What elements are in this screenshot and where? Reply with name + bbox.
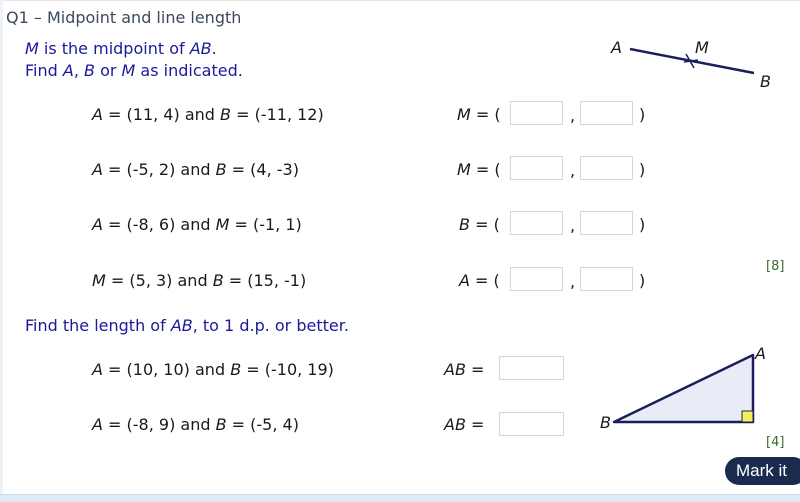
var: A: [92, 415, 103, 434]
answer-label: AB =: [444, 415, 484, 434]
marks-section2: [4]: [766, 435, 785, 450]
var: AB: [444, 360, 466, 379]
length-answer-input[interactable]: [499, 412, 564, 436]
answer-label: AB =: [444, 360, 484, 379]
diagram-label-m: M: [695, 38, 709, 57]
var: A: [92, 160, 103, 179]
var: B: [212, 271, 224, 290]
question-text: A = (11, 4) and B = (-11, 12): [92, 105, 324, 124]
var: B: [230, 360, 242, 379]
answer-x-input[interactable]: [510, 156, 563, 180]
triangle: [612, 353, 755, 424]
var: B: [220, 105, 231, 124]
text: = (-8, 6) and: [102, 215, 216, 234]
length-answer-input[interactable]: [499, 356, 564, 380]
triangle-label-a: A: [754, 344, 766, 363]
answer-y-input[interactable]: [580, 211, 633, 235]
var: M: [92, 271, 106, 290]
text: = (4, -3): [226, 160, 299, 179]
comma: ,: [570, 272, 576, 291]
text: =: [465, 415, 485, 434]
var: M: [457, 105, 471, 124]
answer-label: B = (: [459, 215, 500, 234]
answer-label: M = (: [457, 105, 501, 124]
question-text: A = (-8, 9) and B = (-5, 4): [92, 415, 299, 434]
var: A: [92, 360, 103, 379]
marks-section1: [8]: [766, 259, 785, 274]
close-paren: ): [639, 160, 646, 179]
answer-label: M = (: [457, 160, 501, 179]
text: = (5, 3) and: [105, 271, 213, 290]
diagram-label-b: B: [760, 72, 771, 91]
text: = (-1, 1): [229, 215, 302, 234]
question-text: M = (5, 3) and B = (15, -1): [92, 271, 306, 290]
answer-x-input[interactable]: [510, 267, 563, 291]
var: A: [92, 215, 103, 234]
mark-it-button[interactable]: Mark it: [725, 457, 800, 485]
text: = (-11, 12): [230, 105, 324, 124]
question-text: A = (-8, 6) and M = (-1, 1): [92, 215, 302, 234]
close-paren: ): [639, 271, 646, 290]
comma: ,: [570, 161, 576, 180]
text: = (10, 10) and: [102, 360, 231, 379]
text: = (-5, 2) and: [102, 160, 216, 179]
text: = (: [469, 271, 500, 290]
var: M: [457, 160, 471, 179]
answer-x-input[interactable]: [510, 101, 563, 125]
text: =: [465, 360, 485, 379]
close-paren: ): [639, 105, 646, 124]
triangle-label-b: B: [600, 413, 611, 432]
answer-y-input[interactable]: [580, 101, 633, 125]
var: AB: [444, 415, 466, 434]
answer-x-input[interactable]: [510, 211, 563, 235]
comma: ,: [570, 216, 576, 235]
text: Find the length of: [25, 316, 171, 335]
close-paren: ): [639, 215, 646, 234]
var: B: [459, 215, 470, 234]
question-text: A = (-5, 2) and B = (4, -3): [92, 160, 299, 179]
answer-y-input[interactable]: [580, 267, 633, 291]
comma: ,: [570, 106, 576, 125]
var: B: [215, 415, 227, 434]
text: = (: [470, 160, 501, 179]
text: = (11, 4) and: [102, 105, 220, 124]
text: , to 1 d.p. or better.: [192, 316, 349, 335]
answer-y-input[interactable]: [580, 156, 633, 180]
text: = (-10, 19): [241, 360, 334, 379]
text: = (-8, 9) and: [102, 415, 216, 434]
var: M: [215, 215, 230, 234]
diagram-label-a: A: [610, 38, 622, 57]
text: = (15, -1): [223, 271, 307, 290]
text: = (-5, 4): [226, 415, 299, 434]
question-text: A = (10, 10) and B = (-10, 19): [92, 360, 334, 379]
length-instruction: Find the length of AB, to 1 d.p. or bett…: [25, 316, 349, 335]
var: A: [92, 105, 103, 124]
var-ab: AB: [170, 316, 193, 335]
var: A: [459, 271, 470, 290]
answer-label: A = (: [459, 271, 500, 290]
right-angle-marker: [741, 410, 754, 423]
var: B: [215, 160, 227, 179]
text: = (: [470, 105, 501, 124]
text: = (: [469, 215, 500, 234]
